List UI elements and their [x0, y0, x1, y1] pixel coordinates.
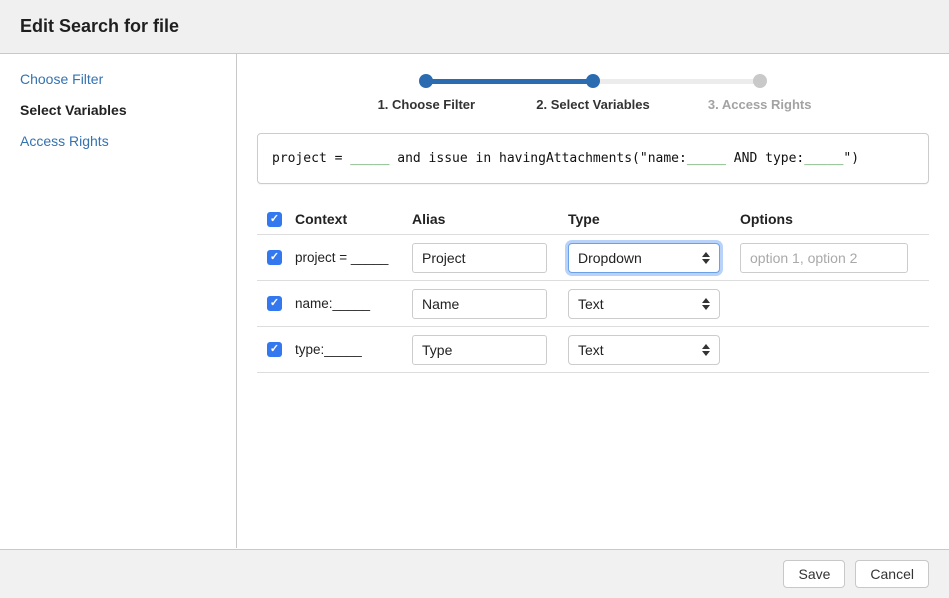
variables-table: ✓ Context Alias Type Options ✓ project =… [257, 204, 929, 373]
step-label: 1. Choose Filter [378, 97, 476, 112]
step-access-rights[interactable]: 3. Access Rights [676, 74, 843, 112]
type-select-value: Dropdown [578, 250, 642, 266]
type-select[interactable]: Text [568, 289, 720, 319]
row-divider [257, 372, 929, 373]
context-label: project = _____ [295, 250, 412, 265]
query-preview: project = _____ and issue in havingAttac… [257, 133, 929, 184]
sidebar-item-select-variables[interactable]: Select Variables [20, 102, 216, 118]
table-row: ✓ type:_____ Text [257, 327, 929, 372]
alias-input[interactable] [412, 335, 547, 365]
step-choose-filter[interactable]: 1. Choose Filter [343, 74, 510, 112]
select-arrows-icon [702, 252, 710, 264]
options-input[interactable] [740, 243, 908, 273]
select-all-checkbox[interactable]: ✓ [267, 212, 282, 227]
sidebar-item-choose-filter[interactable]: Choose Filter [20, 71, 216, 87]
row-checkbox[interactable]: ✓ [267, 250, 282, 265]
query-blank-segment: _____ [804, 151, 843, 166]
table-header-row: ✓ Context Alias Type Options [257, 204, 929, 234]
type-select[interactable]: Text [568, 335, 720, 365]
query-text-segment: project = [272, 151, 350, 166]
check-icon: ✓ [270, 344, 279, 355]
cancel-button[interactable]: Cancel [855, 560, 929, 588]
progress-stepper: 1. Choose Filter 2. Select Variables 3. … [343, 74, 843, 112]
check-icon: ✓ [270, 252, 279, 263]
column-header-type: Type [568, 211, 740, 227]
query-text-segment: and issue in havingAttachments("name: [389, 151, 686, 166]
type-select-value: Text [578, 296, 604, 312]
step-dot-current [586, 74, 600, 88]
column-header-context: Context [295, 211, 412, 227]
type-select[interactable]: Dropdown [568, 243, 720, 273]
check-icon: ✓ [270, 298, 279, 309]
step-dot-done [419, 74, 433, 88]
dialog-title: Edit Search for file [20, 16, 179, 37]
alias-input[interactable] [412, 243, 547, 273]
step-label: 2. Select Variables [536, 97, 649, 112]
step-select-variables[interactable]: 2. Select Variables [510, 74, 677, 112]
main-panel: 1. Choose Filter 2. Select Variables 3. … [237, 54, 949, 548]
dialog-footer: Save Cancel [0, 549, 949, 598]
type-select-value: Text [578, 342, 604, 358]
step-label: 3. Access Rights [708, 97, 812, 112]
query-text-segment: AND type: [726, 151, 804, 166]
context-label: name:_____ [295, 296, 412, 311]
table-row: ✓ project = _____ Dropdown [257, 235, 929, 280]
column-header-options: Options [740, 211, 929, 227]
alias-input[interactable] [412, 289, 547, 319]
row-checkbox[interactable]: ✓ [267, 296, 282, 311]
wizard-sidebar: Choose Filter Select Variables Access Ri… [0, 54, 237, 548]
context-label: type:_____ [295, 342, 412, 357]
sidebar-item-access-rights[interactable]: Access Rights [20, 133, 216, 149]
select-arrows-icon [702, 298, 710, 310]
query-blank-segment: _____ [350, 151, 389, 166]
table-row: ✓ name:_____ Text [257, 281, 929, 326]
edit-search-dialog: Edit Search for file Choose Filter Selec… [0, 0, 949, 598]
check-icon: ✓ [270, 214, 279, 225]
dialog-header: Edit Search for file [0, 0, 949, 54]
row-checkbox[interactable]: ✓ [267, 342, 282, 357]
query-blank-segment: _____ [687, 151, 726, 166]
step-dot-upcoming [753, 74, 767, 88]
query-text-segment: ") [843, 151, 859, 166]
column-header-alias: Alias [412, 211, 568, 227]
save-button[interactable]: Save [783, 560, 845, 588]
select-arrows-icon [702, 344, 710, 356]
